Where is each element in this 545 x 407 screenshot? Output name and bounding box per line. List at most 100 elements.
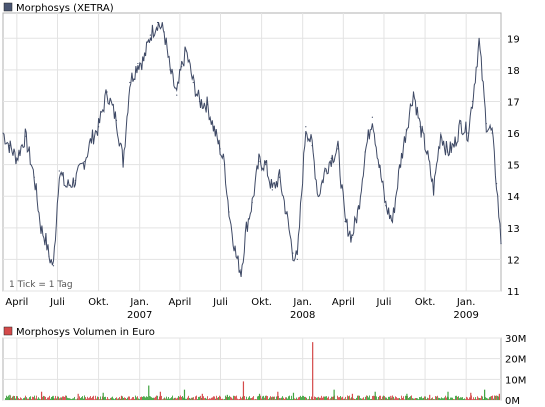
- volume-bar: [354, 398, 355, 400]
- volume-bar: [140, 397, 141, 400]
- volume-bar: [345, 396, 346, 400]
- price-point: [311, 145, 313, 147]
- volume-bar: [61, 397, 62, 400]
- price-point: [24, 135, 26, 137]
- volume-bar: [171, 397, 172, 400]
- volume-bar: [366, 395, 367, 400]
- volume-bar: [249, 396, 250, 400]
- volume-bar: [492, 395, 493, 400]
- volume-bar: [163, 398, 164, 400]
- volume-bar: [443, 398, 444, 400]
- volume-bar: [476, 399, 477, 400]
- price-point: [169, 69, 171, 71]
- volume-bar: [335, 399, 336, 400]
- price-point: [305, 126, 307, 128]
- price-legend-swatch: [3, 2, 13, 12]
- volume-bar: [248, 397, 249, 400]
- volume-bar: [45, 396, 46, 400]
- volume-bar: [381, 398, 382, 400]
- volume-bar: [472, 399, 473, 400]
- volume-bar: [54, 398, 55, 400]
- volume-bar: [37, 398, 38, 400]
- volume-bar: [401, 395, 402, 400]
- volume-bar: [310, 399, 311, 400]
- x-tick-label: Juli: [376, 297, 392, 308]
- volume-bar: [439, 398, 440, 400]
- volume-bar: [99, 399, 100, 400]
- volume-bar: [382, 396, 383, 400]
- volume-bar: [172, 395, 173, 400]
- volume-bar: [487, 398, 488, 400]
- volume-bar: [155, 396, 156, 400]
- volume-bar: [182, 396, 183, 400]
- volume-bar: [253, 396, 254, 400]
- volume-bar: [408, 397, 409, 400]
- volume-bar: [327, 397, 328, 400]
- volume-bar: [242, 396, 243, 400]
- price-point: [83, 160, 85, 163]
- volume-bar: [379, 395, 380, 400]
- volume-bar: [223, 399, 224, 400]
- volume-spike-bar: [333, 389, 335, 400]
- volume-bar: [177, 397, 178, 400]
- volume-bar: [191, 397, 192, 400]
- price-point: [48, 255, 50, 257]
- volume-bar: [363, 397, 364, 400]
- price-point: [357, 208, 360, 210]
- volume-bar: [47, 397, 48, 400]
- volume-bar: [96, 398, 97, 400]
- price-point: [192, 81, 194, 84]
- volume-bar: [204, 398, 205, 400]
- volume-bar: [145, 397, 146, 400]
- volume-bar: [63, 396, 64, 400]
- volume-bar: [34, 395, 35, 400]
- volume-bar: [187, 397, 188, 400]
- price-point: [206, 104, 208, 106]
- price-point: [296, 258, 298, 261]
- x-tick-label: Jan.: [129, 297, 149, 308]
- volume-bar: [257, 396, 258, 400]
- volume-bar: [88, 398, 89, 400]
- volume-bar: [13, 395, 14, 400]
- volume-bar: [479, 397, 480, 400]
- volume-bar: [469, 397, 470, 400]
- volume-bar: [43, 395, 44, 400]
- volume-bar: [266, 395, 267, 400]
- volume-bar: [370, 399, 371, 400]
- volume-bar: [319, 397, 320, 400]
- volume-bar: [320, 397, 321, 400]
- price-point: [405, 129, 407, 131]
- volume-bar: [454, 399, 455, 400]
- volume-bar: [416, 398, 417, 400]
- volume-bar: [247, 399, 248, 400]
- volume-spike-bar: [484, 389, 486, 400]
- volume-bar: [210, 398, 211, 400]
- volume-bar: [452, 397, 453, 400]
- volume-bar: [154, 397, 155, 400]
- volume-bar: [318, 396, 319, 400]
- volume-bar: [26, 397, 27, 400]
- volume-bar: [48, 397, 49, 400]
- volume-bar: [11, 397, 12, 400]
- volume-bar: [394, 398, 395, 400]
- volume-bar: [110, 397, 111, 400]
- price-point: [258, 160, 260, 163]
- volume-bar: [349, 395, 350, 400]
- volume-bar: [75, 399, 76, 400]
- volume-bar: [377, 399, 378, 400]
- volume-bar: [347, 395, 348, 400]
- volume-spike-bar: [277, 391, 279, 400]
- volume-bar: [289, 395, 290, 400]
- volume-bar: [168, 396, 169, 400]
- volume-bar: [25, 395, 26, 400]
- volume-bar: [38, 397, 39, 400]
- volume-bar: [156, 395, 157, 400]
- volume-bar: [209, 398, 210, 400]
- volume-bar: [308, 398, 309, 400]
- volume-bar: [180, 395, 181, 400]
- volume-bar: [302, 395, 303, 400]
- x-tick-label: April: [332, 297, 355, 308]
- volume-bar: [292, 399, 293, 400]
- volume-bar: [353, 398, 354, 400]
- price-point: [8, 145, 10, 147]
